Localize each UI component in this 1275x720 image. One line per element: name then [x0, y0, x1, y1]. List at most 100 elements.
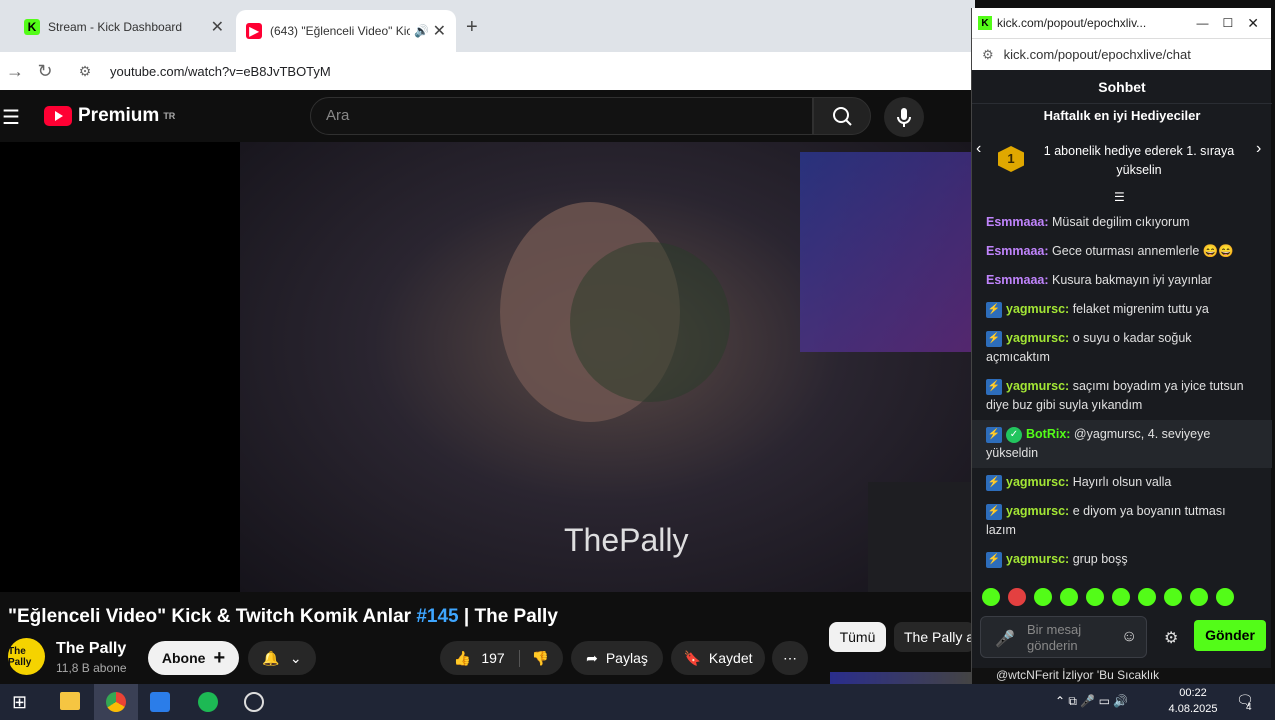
start-icon[interactable]: ⊞ [12, 692, 27, 713]
bell-icon: 🔔 [262, 649, 280, 666]
chat-username[interactable]: yagmursc: [1006, 302, 1069, 316]
menu-icon[interactable]: ☰ [2, 105, 20, 130]
chat-message[interactable]: Esmmaaa: Müsait degilim cıkıyorum [972, 208, 1272, 237]
reload-icon[interactable]: ↻ [30, 61, 60, 82]
chat-message[interactable]: ⚡ yagmursc: o suyu o kadar soğuk açmıcakt… [972, 324, 1272, 372]
close-icon[interactable]: ✕ [433, 21, 446, 41]
chat-username[interactable]: yagmursc: [1006, 475, 1069, 489]
tab-kick-dashboard[interactable]: K Stream - Kick Dashboard ✕ [14, 10, 234, 44]
emote-icon[interactable] [1164, 588, 1182, 606]
new-tab-icon[interactable]: + [466, 16, 478, 39]
maximize-icon[interactable]: ☐ [1223, 16, 1234, 30]
windows-taskbar: ⊞ ⌃ ⧉ 🎤 ▭ 🔊 00:22 4.08.2025 🗨 4 [0, 684, 1275, 720]
voice-search-button[interactable] [884, 97, 924, 137]
chat-text: Müsait degilim cıkıyorum [1048, 215, 1190, 229]
channel-name[interactable]: The Pally [56, 640, 126, 658]
emote-icon[interactable] [982, 588, 1000, 606]
emote-icon[interactable] [1112, 588, 1130, 606]
send-button[interactable]: Gönder [1194, 620, 1266, 651]
filter-chip-channel[interactable]: The Pally a [894, 622, 975, 652]
chat-username[interactable]: Esmmaaa: [986, 273, 1049, 287]
emote-icon[interactable] [1086, 588, 1104, 606]
chat-message[interactable]: ⚡ yagmursc: saçımı boyadım ya iyice tutsu… [972, 372, 1272, 420]
kick-favicon-icon: K [24, 19, 40, 35]
rank-badge: 1 [998, 146, 1024, 172]
chat-message[interactable]: Esmmaaa: Kusura bakmayın iyi yayınlar [972, 266, 1272, 295]
logo-text: Premium [78, 105, 160, 126]
site-info-icon[interactable]: ⚙ [70, 63, 100, 80]
speaker-icon[interactable]: 🔊 [414, 24, 429, 38]
chrome-icon [106, 692, 126, 712]
notification-bell-button[interactable]: 🔔 ⌄ [248, 641, 316, 675]
mic-icon: 🎤 [995, 631, 1015, 648]
chat-username[interactable]: yagmursc: [1006, 331, 1069, 345]
close-icon[interactable]: ✕ [1247, 15, 1259, 32]
chat-username[interactable]: Esmmaaa: [986, 215, 1049, 229]
file-explorer-icon[interactable] [60, 692, 80, 710]
chat-input-placeholder: Bir mesaj gönderin [1027, 622, 1082, 653]
chat-username[interactable]: Esmmaaa: [986, 244, 1049, 258]
channel-avatar[interactable]: The Pally [8, 638, 45, 675]
chat-username[interactable]: yagmursc: [1006, 552, 1069, 566]
like-icon[interactable]: 👍 [454, 650, 471, 667]
youtube-logo[interactable]: Premium TR [44, 105, 175, 127]
emote-icon[interactable] [1008, 588, 1026, 606]
site-info-icon[interactable]: ⚙ [982, 47, 994, 63]
dislike-icon[interactable]: 👎 [518, 649, 549, 667]
chat-username[interactable]: yagmursc: [1006, 504, 1069, 518]
chat-input[interactable]: 🎤 Bir mesaj gönderin ☺ [980, 616, 1147, 658]
subscribe-button[interactable]: Abone + [148, 641, 239, 675]
chat-username[interactable]: yagmursc: [1006, 379, 1069, 393]
save-label: Kaydet [708, 650, 753, 666]
related-video-thumb[interactable] [830, 672, 971, 684]
bookmark-icon: 🔖 [683, 649, 701, 666]
settings-icon[interactable]: ⚙ [1164, 628, 1178, 648]
side-snippet: @wtcNFerit İzliyor 'Bu Sıcaklık [972, 668, 1272, 684]
chat-message[interactable]: ⚡ yagmursc: grup boşş [972, 545, 1272, 574]
chrome-taskbar-button[interactable] [94, 684, 138, 720]
chat-message[interactable]: ⚡ yagmursc: Hayırlı olsun valla [972, 468, 1272, 497]
url-input[interactable]: youtube.com/watch?v=eB8JvTBOTyM [110, 64, 331, 79]
search-button[interactable] [813, 97, 871, 135]
clock-date[interactable]: 4.08.2025 [1162, 703, 1224, 715]
clock-time[interactable]: 00:22 [1168, 687, 1218, 699]
emote-icon[interactable] [1060, 588, 1078, 606]
chat-message[interactable]: ⚡ ✓ BotRix: @yagmursc, 4. seviyeye yükseld… [972, 420, 1272, 468]
emote-icon[interactable] [1216, 588, 1234, 606]
subscriber-count: 11,8 B abone [56, 661, 127, 675]
notification-count: 4 [1246, 702, 1252, 713]
save-button[interactable]: 🔖 Kaydet [671, 641, 765, 675]
emote-icon[interactable] [1138, 588, 1156, 606]
more-actions-button[interactable]: ⋯ [772, 641, 808, 675]
chat-message[interactable]: ⚡ yagmursc: felaket migrenim tuttu ya [972, 295, 1272, 324]
share-button[interactable]: ➦ Paylaş [571, 641, 663, 675]
filter-chip-all[interactable]: Tümü [829, 622, 886, 652]
subscriber-badge-icon: ⚡ [986, 426, 1002, 443]
kick-url[interactable]: kick.com/popout/epochxlive/chat [1004, 47, 1191, 62]
obs-icon[interactable] [244, 692, 264, 712]
forward-icon[interactable]: → [0, 61, 30, 82]
title-hashtag[interactable]: #145 [416, 606, 458, 627]
expand-icon[interactable]: ☰ [1114, 190, 1125, 204]
store-icon[interactable] [150, 692, 170, 712]
youtube-play-icon [44, 106, 72, 126]
chat-message[interactable]: ⚡ yagmursc: e diyom ya boyanın tutması la… [972, 497, 1272, 545]
kick-logo-icon: K [978, 16, 992, 30]
emote-icon[interactable] [1034, 588, 1052, 606]
chat-username[interactable]: BotRix: [1026, 427, 1070, 441]
tab-label: (643) "Eğlenceli Video" Kick [270, 24, 410, 38]
address-bar: → ↻ ⚙ youtube.com/watch?v=eB8JvTBOTyM [0, 52, 975, 90]
tab-youtube-video[interactable]: ▶ (643) "Eğlenceli Video" Kick 🔊 ✕ [236, 10, 456, 52]
emoji-icon[interactable]: ☺ [1121, 628, 1137, 646]
next-icon[interactable]: › [1256, 140, 1261, 158]
chevron-down-icon: ⌄ [289, 649, 302, 666]
close-icon[interactable]: ✕ [211, 17, 224, 37]
chat-message[interactable]: Esmmaaa: Gece oturması annemlerle 😄😄 [972, 237, 1272, 266]
minimize-icon[interactable]: — [1197, 16, 1209, 30]
emote-icon[interactable] [1190, 588, 1208, 606]
search-input[interactable]: Ara [310, 97, 813, 135]
tray-icons[interactable]: ⌃ ⧉ 🎤 ▭ 🔊 [1055, 694, 1128, 709]
spotify-icon[interactable] [198, 692, 218, 712]
prev-icon[interactable]: ‹ [976, 140, 981, 158]
chat-text: Gece oturması annemlerle 😄😄 [1048, 244, 1234, 258]
